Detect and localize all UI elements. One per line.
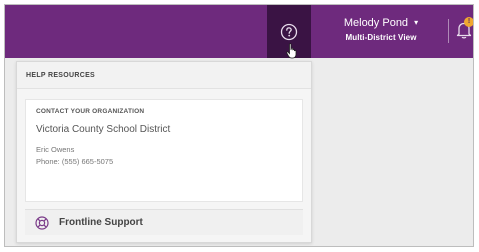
contact-person: Eric Owens xyxy=(36,145,75,154)
chevron-down-icon: ▾ xyxy=(414,18,419,27)
contact-organization-card: CONTACT YOUR ORGANIZATION Victoria Count… xyxy=(25,99,303,202)
notifications-button[interactable]: ! xyxy=(455,17,473,42)
user-name: Melody Pond xyxy=(343,17,409,29)
notification-badge: ! xyxy=(464,17,473,27)
organization-name: Victoria County School District xyxy=(36,124,171,135)
contact-phone: Phone: (555) 665-5075 xyxy=(36,157,114,166)
user-view-label: Multi-District View xyxy=(345,33,417,42)
question-circle-icon xyxy=(280,23,298,40)
frontline-support-link[interactable]: Frontline Support xyxy=(25,209,303,235)
panel-header: HELP RESOURCES xyxy=(17,62,311,89)
contact-title: CONTACT YOUR ORGANIZATION xyxy=(36,108,145,115)
lifebuoy-icon xyxy=(35,215,49,230)
app-window: Melody Pond ▾ Multi-District View ! HELP… xyxy=(4,4,474,247)
help-resources-dropdown: HELP RESOURCES CONTACT YOUR ORGANIZATION… xyxy=(16,61,312,243)
top-navigation-bar: Melody Pond ▾ Multi-District View ! xyxy=(5,5,473,58)
support-label: Frontline Support xyxy=(59,217,143,228)
user-menu[interactable]: Melody Pond ▾ Multi-District View xyxy=(317,16,445,44)
topbar-divider xyxy=(448,19,449,43)
